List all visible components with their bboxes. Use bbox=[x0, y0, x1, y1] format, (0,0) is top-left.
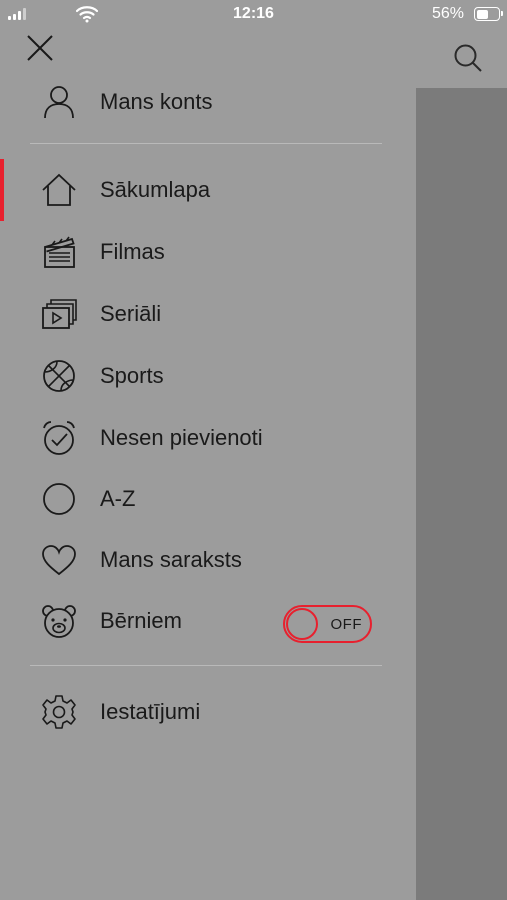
menu-item-recently-added[interactable]: Nesen pievienoti bbox=[0, 412, 416, 464]
home-icon bbox=[40, 171, 78, 209]
navigation-drawer: Mans konts Sākumlapa Filmas Seriāli Spor… bbox=[0, 0, 416, 900]
heart-icon bbox=[40, 541, 78, 579]
circle-icon bbox=[40, 480, 78, 518]
menu-item-label: Iestatījumi bbox=[100, 699, 201, 724]
menu-item-label: Filmas bbox=[100, 239, 165, 264]
alarm-check-icon bbox=[40, 419, 78, 457]
search-icon bbox=[454, 44, 482, 72]
menu-item-sports[interactable]: Sports bbox=[0, 350, 416, 402]
menu-item-label: Sākumlapa bbox=[100, 177, 211, 202]
series-icon bbox=[40, 295, 78, 333]
menu-item-home[interactable]: Sākumlapa bbox=[0, 159, 416, 221]
battery-icon bbox=[474, 7, 503, 21]
menu-item-label: Bērniem bbox=[100, 608, 182, 633]
menu-item-settings[interactable]: Iestatījumi bbox=[0, 686, 416, 738]
menu-item-label: Nesen pievienoti bbox=[100, 425, 263, 450]
menu-item-label: Mans saraksts bbox=[100, 547, 242, 572]
account-label: Mans konts bbox=[100, 89, 213, 114]
toggle-state-label: OFF bbox=[330, 616, 362, 633]
toggle-knob bbox=[286, 608, 318, 640]
kids-toggle[interactable]: OFF bbox=[283, 605, 372, 643]
menu-item-kids[interactable]: Bērniem OFF bbox=[0, 595, 416, 647]
status-bar: 12:16 56% bbox=[0, 0, 507, 30]
basketball-icon bbox=[40, 357, 78, 395]
account-item[interactable]: Mans konts bbox=[0, 76, 416, 128]
menu-item-my-list[interactable]: Mans saraksts bbox=[0, 534, 416, 586]
menu-item-series[interactable]: Seriāli bbox=[0, 288, 416, 340]
menu-item-label: Seriāli bbox=[100, 301, 162, 326]
bear-icon bbox=[40, 602, 78, 640]
clapperboard-icon bbox=[40, 233, 78, 271]
menu-item-a-z[interactable]: A-Z bbox=[0, 473, 416, 525]
search-button[interactable] bbox=[448, 38, 488, 78]
menu-item-label: Sports bbox=[100, 363, 164, 388]
divider bbox=[30, 143, 382, 144]
menu-item-label: A-Z bbox=[100, 486, 136, 511]
divider bbox=[30, 665, 382, 666]
close-button[interactable] bbox=[22, 30, 58, 66]
status-time: 12:16 bbox=[233, 5, 274, 22]
close-icon bbox=[27, 35, 53, 61]
user-icon bbox=[40, 83, 78, 121]
battery-percent: 56% bbox=[432, 5, 465, 22]
menu-item-movies[interactable]: Filmas bbox=[0, 226, 416, 278]
gear-icon bbox=[40, 693, 78, 731]
